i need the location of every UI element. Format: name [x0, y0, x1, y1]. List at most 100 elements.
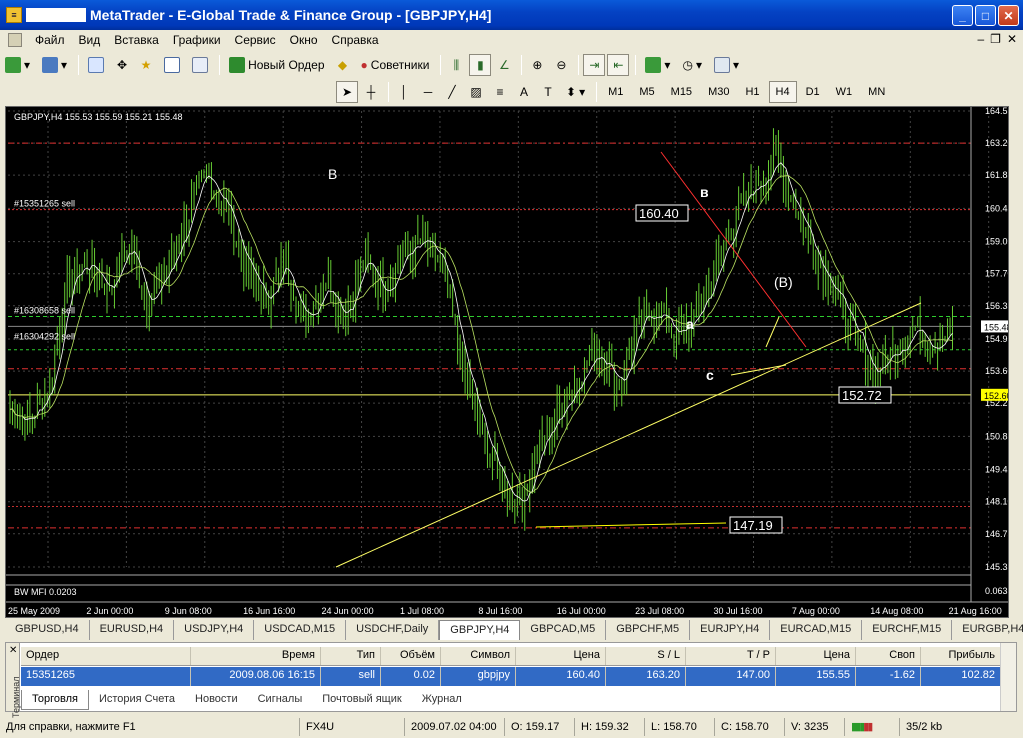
column-header[interactable]: T / P	[686, 647, 776, 665]
tf-m30[interactable]: M30	[701, 81, 736, 103]
column-header[interactable]: Прибыль	[921, 647, 1001, 665]
chart-window-icon[interactable]	[8, 33, 22, 47]
column-header[interactable]: S / L	[606, 647, 686, 665]
terminal-scrollbar[interactable]	[1000, 643, 1016, 711]
trendline-tool[interactable]: ╱	[441, 81, 463, 103]
chart-tab[interactable]: USDCAD,M15	[254, 620, 347, 640]
date-tick-label: 24 Jun 00:00	[322, 606, 374, 616]
chart-tab[interactable]: GBPCAD,M5	[520, 620, 607, 640]
price-callout-label: 160.40	[639, 206, 679, 221]
current-price-label: 155.48	[984, 322, 1008, 332]
terminal-tab[interactable]: Новости	[185, 690, 248, 710]
maximize-button[interactable]: □	[975, 5, 996, 26]
zoom-in-button[interactable]: ⊕	[526, 54, 548, 76]
column-header[interactable]: Своп	[856, 647, 921, 665]
mdi-close-button[interactable]: ✕	[1007, 32, 1017, 46]
experts-icon: ●	[360, 58, 368, 72]
channel-tool[interactable]: ▨	[465, 81, 487, 103]
candle-chart-button[interactable]: ▮	[469, 54, 492, 76]
profiles-button[interactable]: ▾	[37, 54, 72, 76]
mdi-minimize-button[interactable]: –	[977, 32, 984, 46]
chart-tab[interactable]: EURJPY,H4	[690, 620, 771, 640]
crosshair-tool[interactable]: ┼	[360, 81, 382, 103]
terminal-tab[interactable]: Сигналы	[248, 690, 313, 710]
zoom-out-button[interactable]: ⊖	[550, 54, 572, 76]
text-tool[interactable]: A	[513, 81, 535, 103]
terminal-tab[interactable]: Журнал	[412, 690, 472, 710]
horizontal-line-tool[interactable]: ─	[417, 81, 439, 103]
mdi-restore-button[interactable]: ❐	[990, 32, 1001, 46]
chart-tab[interactable]: USDJPY,H4	[174, 620, 255, 640]
chart-tab[interactable]: EURCAD,M15	[770, 620, 863, 640]
terminal-tab[interactable]: Почтовый ящик	[312, 690, 411, 710]
chart-tab[interactable]: GBPJPY,H4	[439, 620, 521, 640]
menu-view[interactable]: Вид	[72, 33, 108, 47]
cursor-tool[interactable]: ➤	[336, 81, 358, 103]
bar-chart-button[interactable]: ⫼	[445, 54, 467, 76]
star-icon: ★	[140, 58, 152, 72]
table-cell: gbpjpy	[441, 667, 516, 686]
chart-window[interactable]: #15351265 sell #16308658 sell #16304292 se…	[5, 106, 1015, 618]
column-header[interactable]: Время	[191, 647, 321, 665]
column-header[interactable]: Тип	[321, 647, 381, 665]
price-chart[interactable]: #15351265 sell #16308658 sell #16304292 se…	[6, 106, 1015, 617]
label-tool[interactable]: T	[537, 81, 559, 103]
line-chart-button[interactable]: ∠	[493, 54, 515, 76]
column-header[interactable]: Объём	[381, 647, 441, 665]
data-window-button[interactable]: ✥	[111, 54, 133, 76]
menu-window[interactable]: Окно	[283, 33, 325, 47]
chart-tab[interactable]: USDCHF,Daily	[346, 620, 440, 640]
menu-charts[interactable]: Графики	[166, 33, 228, 47]
terminal-tab[interactable]: Торговля	[21, 690, 89, 710]
tf-h1[interactable]: H1	[738, 81, 766, 103]
tf-m15[interactable]: M15	[664, 81, 699, 103]
tf-w1[interactable]: W1	[829, 81, 860, 103]
chart-tab[interactable]: EURGBP,H4	[952, 620, 1023, 640]
line-chart-icon: ∠	[499, 58, 510, 72]
column-header[interactable]: Цена	[776, 647, 856, 665]
status-help: Для справки, нажмите F1	[0, 718, 300, 736]
tf-mn[interactable]: MN	[861, 81, 892, 103]
arrows-tool[interactable]: ⬍ ▾	[561, 81, 590, 103]
menu-insert[interactable]: Вставка	[107, 33, 166, 47]
new-order-button[interactable]: Новый Ордер	[224, 54, 329, 76]
chart-shift-button[interactable]: ⇤	[607, 54, 630, 76]
terminal-tab[interactable]: История Счета	[89, 690, 185, 710]
close-button[interactable]: ✕	[998, 5, 1019, 26]
terminal-icon	[164, 57, 181, 73]
trendline-icon: ╱	[448, 85, 456, 99]
periods-button[interactable]: ◷ ▾	[677, 54, 707, 76]
tf-d1[interactable]: D1	[799, 81, 827, 103]
title-bar: ≡ MetaTrader - E-Global Trade & Finance …	[0, 0, 1023, 30]
minimize-button[interactable]: _	[952, 5, 973, 26]
price-tick-label: 156.35	[985, 301, 1008, 311]
autoscroll-button[interactable]: ⇥	[583, 54, 606, 76]
menu-help[interactable]: Справка	[325, 33, 386, 47]
chart-tab[interactable]: EURCHF,M15	[862, 620, 953, 640]
tf-m1[interactable]: M1	[601, 81, 630, 103]
chart-tab[interactable]: GBPCHF,M5	[606, 620, 691, 640]
new-chart-button[interactable]: ▾	[0, 54, 35, 76]
experts-label: Советники	[370, 58, 430, 72]
chart-tab[interactable]: EURUSD,H4	[90, 620, 175, 640]
tester-button[interactable]	[187, 54, 213, 76]
market-watch-button[interactable]	[83, 54, 109, 76]
navigator-button[interactable]: ★	[135, 54, 157, 76]
fibo-tool[interactable]: ≡	[489, 81, 511, 103]
column-header[interactable]: Символ	[441, 647, 516, 665]
experts-button[interactable]: ● Советники	[356, 54, 435, 76]
vertical-line-tool[interactable]: │	[393, 81, 415, 103]
tf-m5[interactable]: M5	[632, 81, 661, 103]
terminal-close-icon[interactable]: ✕	[9, 645, 17, 656]
column-header[interactable]: Цена	[516, 647, 606, 665]
tf-h4[interactable]: H4	[768, 81, 797, 103]
table-row[interactable]: 15351265 2009.08.06 16:15 sell 0.02 gbpjpy 16…	[21, 667, 1001, 686]
menu-file[interactable]: Файл	[28, 33, 72, 47]
indicators-button[interactable]: ▾	[640, 54, 675, 76]
metaeditor-button[interactable]: ◆	[332, 54, 354, 76]
templates-button[interactable]: ▾	[709, 54, 744, 76]
terminal-button[interactable]	[159, 54, 185, 76]
menu-tools[interactable]: Сервис	[228, 33, 283, 47]
column-header[interactable]: Ордер	[21, 647, 191, 665]
chart-tab[interactable]: GBPUSD,H4	[5, 620, 90, 640]
